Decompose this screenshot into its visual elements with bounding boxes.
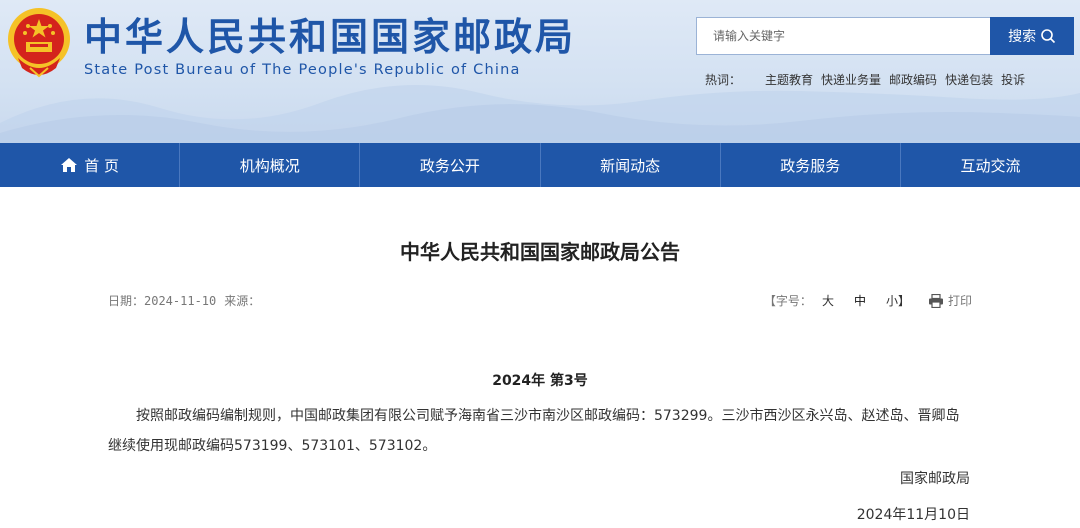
nav-item-label: 首 页 <box>84 156 119 175</box>
article-date: 日期：2024-11-10 <box>108 294 217 308</box>
search-button-label: 搜索 <box>1008 29 1037 45</box>
nav-item-government-affairs[interactable]: 政务公开 <box>360 143 541 187</box>
article-source: 来源： <box>224 294 261 308</box>
font-size-large[interactable]: 大 <box>822 292 834 309</box>
hot-word-link[interactable]: 快递包装 <box>945 71 993 88</box>
nav-item-label: 政务服务 <box>780 156 841 175</box>
nav-item-organization[interactable]: 机构概况 <box>180 143 361 187</box>
nav-item-home[interactable]: 首 页 <box>0 143 181 187</box>
nav-item-label: 互动交流 <box>960 156 1021 175</box>
font-size-label: 【字号： <box>763 294 812 308</box>
article-signature: 国家邮政局 <box>900 471 970 487</box>
hot-word-link[interactable]: 邮政编码 <box>889 71 937 88</box>
font-size-small[interactable]: 小】 <box>886 292 910 309</box>
search-bar: 搜索 <box>696 17 1074 55</box>
site-title-en: State Post Bureau of The People's Republ… <box>84 62 521 78</box>
search-button[interactable]: 搜索 <box>990 17 1074 55</box>
hot-word-link[interactable]: 投诉 <box>1001 71 1025 88</box>
nav-item-news[interactable]: 新闻动态 <box>541 143 721 187</box>
article-title: 中华人民共和国国家邮政局公告 <box>400 240 680 264</box>
nav-item-label: 政务公开 <box>419 156 480 175</box>
search-icon <box>1041 29 1056 44</box>
national-emblem-icon <box>8 8 70 78</box>
article-sign-date: 2024年11月10日 <box>856 507 970 523</box>
site-header: 中华人民共和国国家邮政局 State Post Bureau of The Pe… <box>0 0 1080 143</box>
home-icon <box>61 158 78 172</box>
print-label: 打印 <box>947 294 972 308</box>
hot-words-label: 热词： <box>705 73 742 87</box>
hot-words: 热词： 主题教育 快递业务量 邮政编码 快递包装 投诉 <box>705 71 1025 88</box>
nav-item-label: 机构概况 <box>239 156 300 175</box>
font-size-medium[interactable]: 中 <box>854 292 866 309</box>
print-button[interactable]: 打印 <box>928 292 972 309</box>
article-meta: 日期：2024-11-10 来源： 【字号： 大 中 小】 打印 <box>108 292 972 310</box>
nav-item-interaction[interactable]: 互动交流 <box>901 143 1080 187</box>
site-title-cn: 中华人民共和国国家邮政局 <box>84 15 577 59</box>
hot-word-link[interactable]: 快递业务量 <box>821 71 881 88</box>
printer-icon <box>928 293 943 308</box>
hot-word-link[interactable]: 主题教育 <box>765 71 813 88</box>
nav-item-label: 新闻动态 <box>600 156 661 175</box>
nav-item-services[interactable]: 政务服务 <box>721 143 901 187</box>
article-body: 按照邮政编码编制规则，中国邮政集团有限公司赋予海南省三沙市南沙区邮政编码：573… <box>108 408 960 454</box>
main-nav: 首 页 机构概况 政务公开 新闻动态 政务服务 互动交流 <box>0 143 1080 187</box>
search-input[interactable] <box>696 17 991 55</box>
document-number: 2024年 第3号 <box>492 373 588 389</box>
